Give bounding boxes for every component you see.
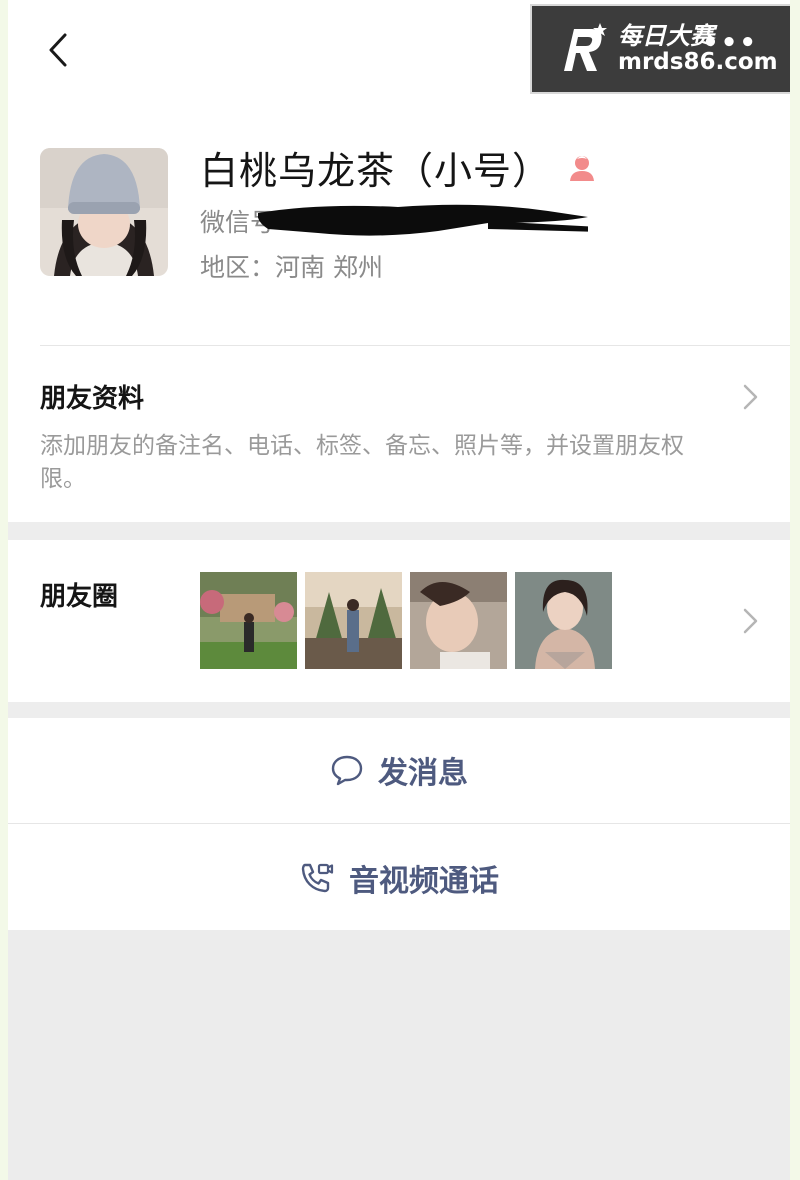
- phone-video-icon: [301, 863, 334, 893]
- empty-area: [8, 930, 790, 1180]
- profile-header: 白桃乌龙茶（小号） 微信号 地区：河南 郑州: [8, 0, 790, 345]
- moments-thumbnail: [410, 572, 507, 669]
- divider: [8, 823, 790, 824]
- send-message-button[interactable]: 发消息: [8, 718, 790, 822]
- moments-thumbnail: [200, 572, 297, 669]
- contact-profile-screen: 每日大赛 mrds86.com ••• 白桃乌龙茶（小号） 微信号 地区：河南 …: [8, 0, 790, 1180]
- moments-title: 朋友圈: [40, 582, 119, 612]
- contact-name: 白桃乌龙茶（小号）: [200, 149, 552, 193]
- friend-info-title: 朋友资料: [40, 384, 145, 414]
- section-gap: [8, 522, 790, 540]
- friend-info-row[interactable]: 朋友资料 添加朋友的备注名、电话、标签、备忘、照片等，并设置朋友权限。: [8, 346, 790, 522]
- chevron-right-icon: [743, 608, 758, 634]
- moments-thumbnail: [305, 572, 402, 669]
- send-message-label: 发消息: [378, 756, 468, 791]
- moments-thumbnails: [200, 572, 612, 669]
- moments-row[interactable]: 朋友圈: [8, 540, 790, 702]
- friend-info-description: 添加朋友的备注名、电话、标签、备忘、照片等，并设置朋友权限。: [40, 433, 684, 492]
- chevron-right-icon: [743, 384, 758, 410]
- moments-thumbnail: [515, 572, 612, 669]
- section-gap: [8, 702, 790, 718]
- redaction-mark: [258, 204, 588, 236]
- voice-video-call-label: 音视频通话: [349, 864, 499, 899]
- avatar[interactable]: [40, 148, 168, 276]
- wechat-id-row: 微信号: [200, 203, 588, 239]
- voice-video-call-button[interactable]: 音视频通话: [8, 826, 790, 930]
- chat-bubble-icon: [331, 755, 363, 786]
- region: 地区：河南 郑州: [200, 253, 383, 282]
- female-icon: [570, 155, 595, 181]
